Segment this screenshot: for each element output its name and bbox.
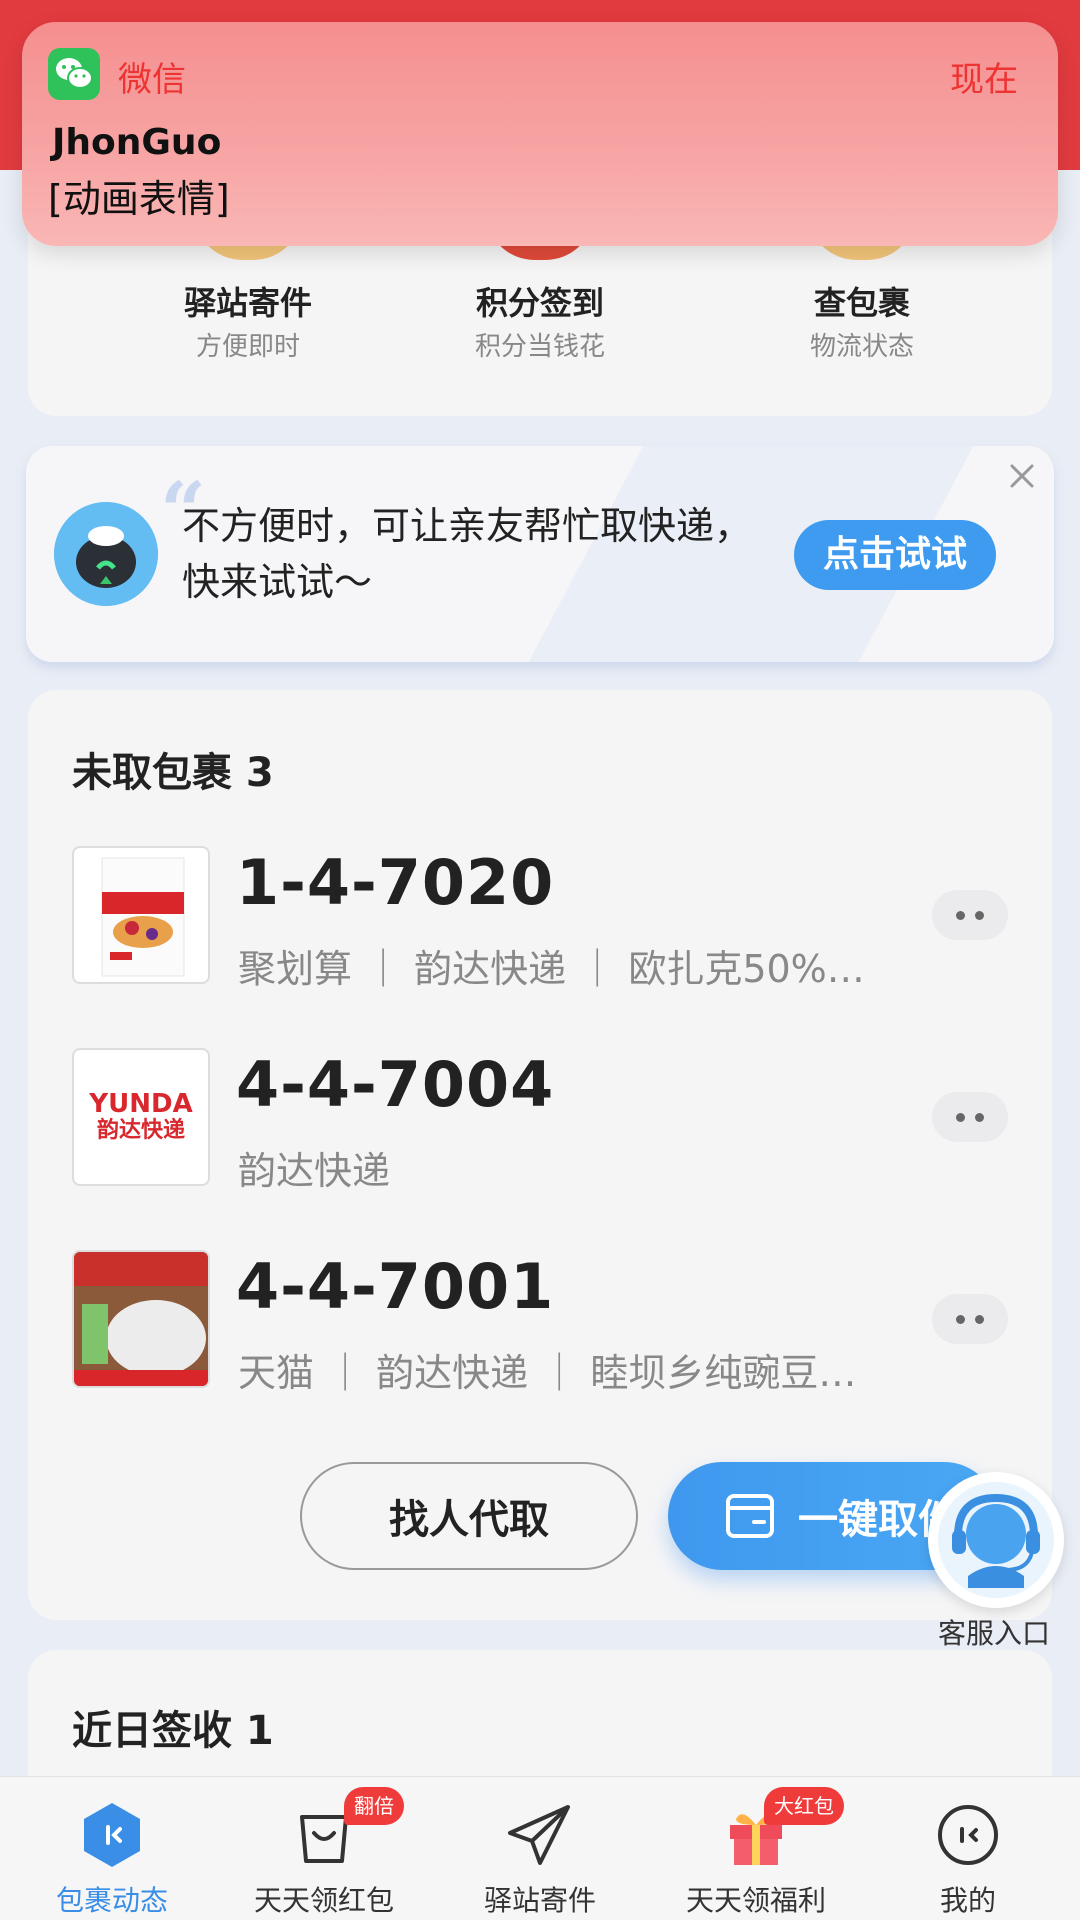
proxy-pickup-promo-card: “ 不方便时，可让亲友帮忙取快递，快来试试～ 点击试试 <box>26 446 1054 662</box>
nav-label: 包裹动态 <box>55 1884 168 1917</box>
service-title: 驿站寄件 <box>183 284 312 322</box>
try-it-button[interactable]: 点击试试 <box>794 520 996 590</box>
nav-label: 天天领福利 <box>685 1884 826 1917</box>
parcel-thumbnail <box>72 1250 210 1388</box>
notification-time: 现在 <box>950 60 1018 100</box>
nav-daily-welfare[interactable]: 大红包 天天领福利 <box>648 1777 864 1920</box>
paper-plane-icon <box>508 1805 570 1865</box>
pickup-code: 1-4-7020 <box>236 846 555 919</box>
more-options-button[interactable] <box>932 1092 1008 1142</box>
parcel-row[interactable]: 4-4-7001 天猫 ｜ 韵达快递 ｜ 睦坝乡纯豌豆淀粉 <box>72 1250 1032 1395</box>
yunda-logo-zh: 韵达快递 <box>96 1118 185 1143</box>
parcel-thumbnail: YUNDA 韵达快递 <box>72 1048 210 1186</box>
service-subtitle: 方便即时 <box>195 332 300 362</box>
wechat-icon <box>48 48 100 100</box>
nav-label: 天天领红包 <box>253 1884 394 1917</box>
nav-label: 驿站寄件 <box>483 1884 596 1917</box>
more-options-button[interactable] <box>932 1294 1008 1344</box>
nav-badge: 翻倍 <box>344 1787 404 1825</box>
customer-service-button[interactable] <box>928 1472 1064 1608</box>
parcel-row[interactable]: YUNDA 韵达快递 4-4-7004 韵达快递 <box>72 1048 1032 1193</box>
nav-daily-red-packet[interactable]: 翻倍 天天领红包 <box>216 1777 432 1920</box>
uncollected-parcels-card: 未取包裹 3 1-4-7020 聚划算 ｜ 韵达快递 ｜ 欧扎克50%水果燕麦片… <box>28 690 1052 1620</box>
bottom-nav: 包裹动态 翻倍 天天领红包 驿站寄件 大红包 天天领福利 我的 <box>0 1776 1080 1920</box>
parcel-description: 聚划算 ｜ 韵达快递 ｜ 欧扎克50%水果燕麦片 <box>238 947 878 991</box>
parcel-description: 韵达快递 <box>238 1149 391 1193</box>
nav-badge: 大红包 <box>764 1787 844 1825</box>
service-subtitle: 积分当钱花 <box>474 332 605 362</box>
notification-sender: JhonGuo <box>52 122 222 163</box>
close-icon[interactable] <box>1000 454 1044 498</box>
box-icon <box>726 1494 774 1538</box>
profile-face-icon <box>938 1805 998 1865</box>
service-title: 查包裹 <box>813 284 910 322</box>
more-options-button[interactable] <box>932 890 1008 940</box>
nav-parcel-updates[interactable]: 包裹动态 <box>4 1777 220 1920</box>
headset-agent-icon <box>938 1482 1054 1598</box>
service-title: 积分签到 <box>475 284 604 322</box>
pickup-code: 4-4-7004 <box>236 1048 555 1121</box>
nav-send-parcel[interactable]: 驿站寄件 <box>432 1777 648 1920</box>
nav-profile[interactable]: 我的 <box>860 1777 1076 1920</box>
parcel-row[interactable]: 1-4-7020 聚划算 ｜ 韵达快递 ｜ 欧扎克50%水果燕麦片 <box>72 846 1032 991</box>
customer-service-label: 客服入口 <box>938 1617 1051 1650</box>
parcel-thumbnail <box>72 846 210 984</box>
wechat-notification[interactable]: 微信 现在 JhonGuo [动画表情] <box>22 22 1058 246</box>
yunda-logo-en: YUNDA <box>89 1089 193 1119</box>
nav-label: 我的 <box>939 1884 996 1917</box>
parcel-hexagon-icon <box>84 1803 140 1867</box>
pickup-code: 4-4-7001 <box>236 1250 555 1323</box>
promo-text: 不方便时，可让亲友帮忙取快递，快来试试～ <box>182 504 753 604</box>
find-proxy-button[interactable]: 找人代取 <box>300 1462 638 1570</box>
service-subtitle: 物流状态 <box>809 332 914 362</box>
uncollected-title: 未取包裹 3 <box>72 750 274 796</box>
notification-app-name: 微信 <box>118 60 186 100</box>
notification-message: [动画表情] <box>48 177 230 221</box>
recent-title: 近日签收 1 <box>72 1708 274 1754</box>
parcel-description: 天猫 ｜ 韵达快递 ｜ 睦坝乡纯豌豆淀粉 <box>238 1351 878 1395</box>
robot-avatar <box>54 502 158 606</box>
